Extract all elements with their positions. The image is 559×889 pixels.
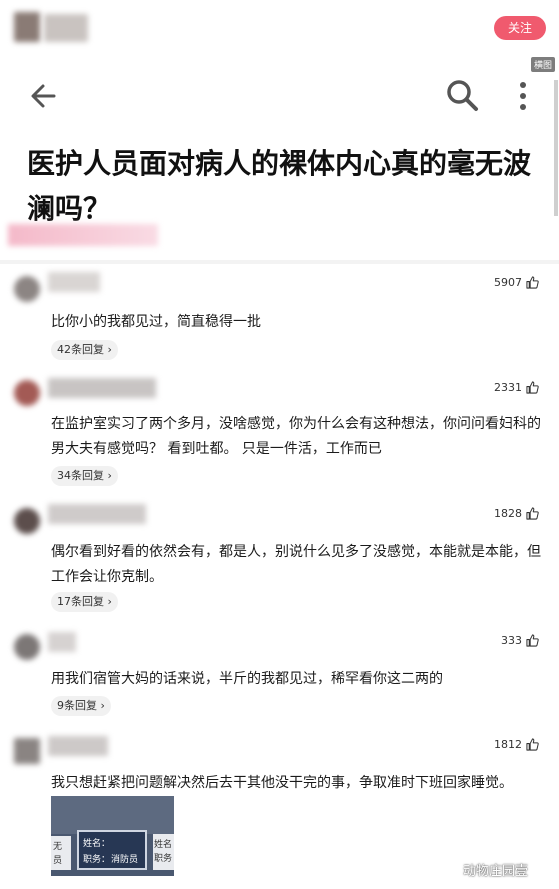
replies-button[interactable]: 42条回复 ›: [51, 340, 118, 360]
commenter-name-blurred[interactable]: [48, 632, 76, 652]
watermark-text: 动物庄园壹: [463, 864, 529, 879]
photo-right-text: 姓名 职务: [154, 840, 173, 864]
comment-text: 用我们宿管大妈的话来说，半斤的我都见过，稀罕看你这二两的: [51, 671, 443, 687]
photo-card-role-label: 职务：: [83, 855, 111, 865]
comment-text: 比你小的我都见过，简直稳得一批: [51, 314, 261, 330]
search-icon[interactable]: [445, 78, 479, 112]
like-count[interactable]: 1828: [494, 507, 539, 520]
image-tag: 横图: [531, 57, 556, 72]
comment-text: 偶尔看到好看的依然会有，都是人，别说什么见多了没感觉，本能就是本能，但工作会让你…: [51, 544, 541, 585]
photo-card-name-label: 姓名：: [83, 839, 111, 849]
like-count-value: 2331: [494, 381, 522, 394]
photo-card-role-value: 消防员: [111, 855, 139, 865]
like-count[interactable]: 1812: [494, 738, 539, 751]
thumbs-up-icon[interactable]: [526, 276, 539, 289]
commenter-avatar[interactable]: [14, 380, 40, 406]
comment-text: 我只想赶紧把问题解决然后去干其他没干完的事，争取准时下班回家睡觉。: [51, 775, 513, 791]
question-title: 医护人员面对病人的裸体内心真的毫无波澜吗？: [27, 147, 532, 225]
thumbs-up-icon[interactable]: [526, 507, 539, 520]
thumbs-up-icon[interactable]: [526, 381, 539, 394]
comment-text: 在监护室实习了两个多月，没啥感觉，你为什么会有这种想法，你问问看妇科的男大夫有感…: [51, 416, 541, 457]
commenter-avatar[interactable]: [14, 634, 40, 660]
comment-item: 5907 比你小的我都见过，简直稳得一批 42条回复 ›: [0, 264, 559, 372]
blurred-subtitle: [8, 224, 158, 246]
like-count[interactable]: 5907: [494, 276, 539, 289]
commenter-avatar[interactable]: [14, 276, 40, 302]
like-count-value: 333: [501, 634, 522, 647]
replies-button[interactable]: 34条回复 ›: [51, 466, 118, 486]
commenter-name-blurred[interactable]: [48, 378, 156, 398]
comment-item: 2331 在监护室实习了两个多月，没啥感觉，你为什么会有这种想法，你问问看妇科的…: [0, 372, 559, 494]
photo-left-text: 无 员: [53, 842, 63, 866]
commenter-avatar[interactable]: [14, 738, 40, 764]
thumbs-up-icon[interactable]: [526, 738, 539, 751]
comment-item: 1828 偶尔看到好看的依然会有，都是人，别说什么见多了没感觉，本能就是本能，但…: [0, 494, 559, 624]
like-count-value: 1812: [494, 738, 522, 751]
top-bar: 关注: [0, 0, 559, 56]
like-count-value: 5907: [494, 276, 522, 289]
replies-button[interactable]: 17条回复 ›: [51, 592, 118, 612]
commenter-name-blurred[interactable]: [48, 504, 146, 524]
author-avatar[interactable]: [14, 12, 40, 42]
commenter-avatar[interactable]: [14, 508, 40, 534]
thumbs-up-icon[interactable]: [526, 634, 539, 647]
author-name-blurred[interactable]: [44, 14, 88, 42]
photo-wall: [51, 796, 174, 834]
more-vertical-icon[interactable]: [515, 80, 531, 112]
replies-button[interactable]: 9条回复 ›: [51, 696, 111, 716]
comment-item: 333 用我们宿管大妈的话来说，半斤的我都见过，稀罕看你这二两的 9条回复 ›: [0, 624, 559, 728]
like-count-value: 1828: [494, 507, 522, 520]
back-arrow-icon[interactable]: [28, 80, 60, 112]
follow-button[interactable]: 关注: [494, 16, 546, 40]
like-count[interactable]: 2331: [494, 381, 539, 394]
like-count[interactable]: 333: [501, 634, 539, 647]
commenter-name-blurred[interactable]: [48, 736, 108, 756]
comment-attached-photo[interactable]: 无 员 姓名： 职务： 消防员 姓名 职务: [51, 796, 174, 876]
scroll-indicator: [554, 80, 558, 216]
commenter-name-blurred[interactable]: [48, 272, 100, 292]
